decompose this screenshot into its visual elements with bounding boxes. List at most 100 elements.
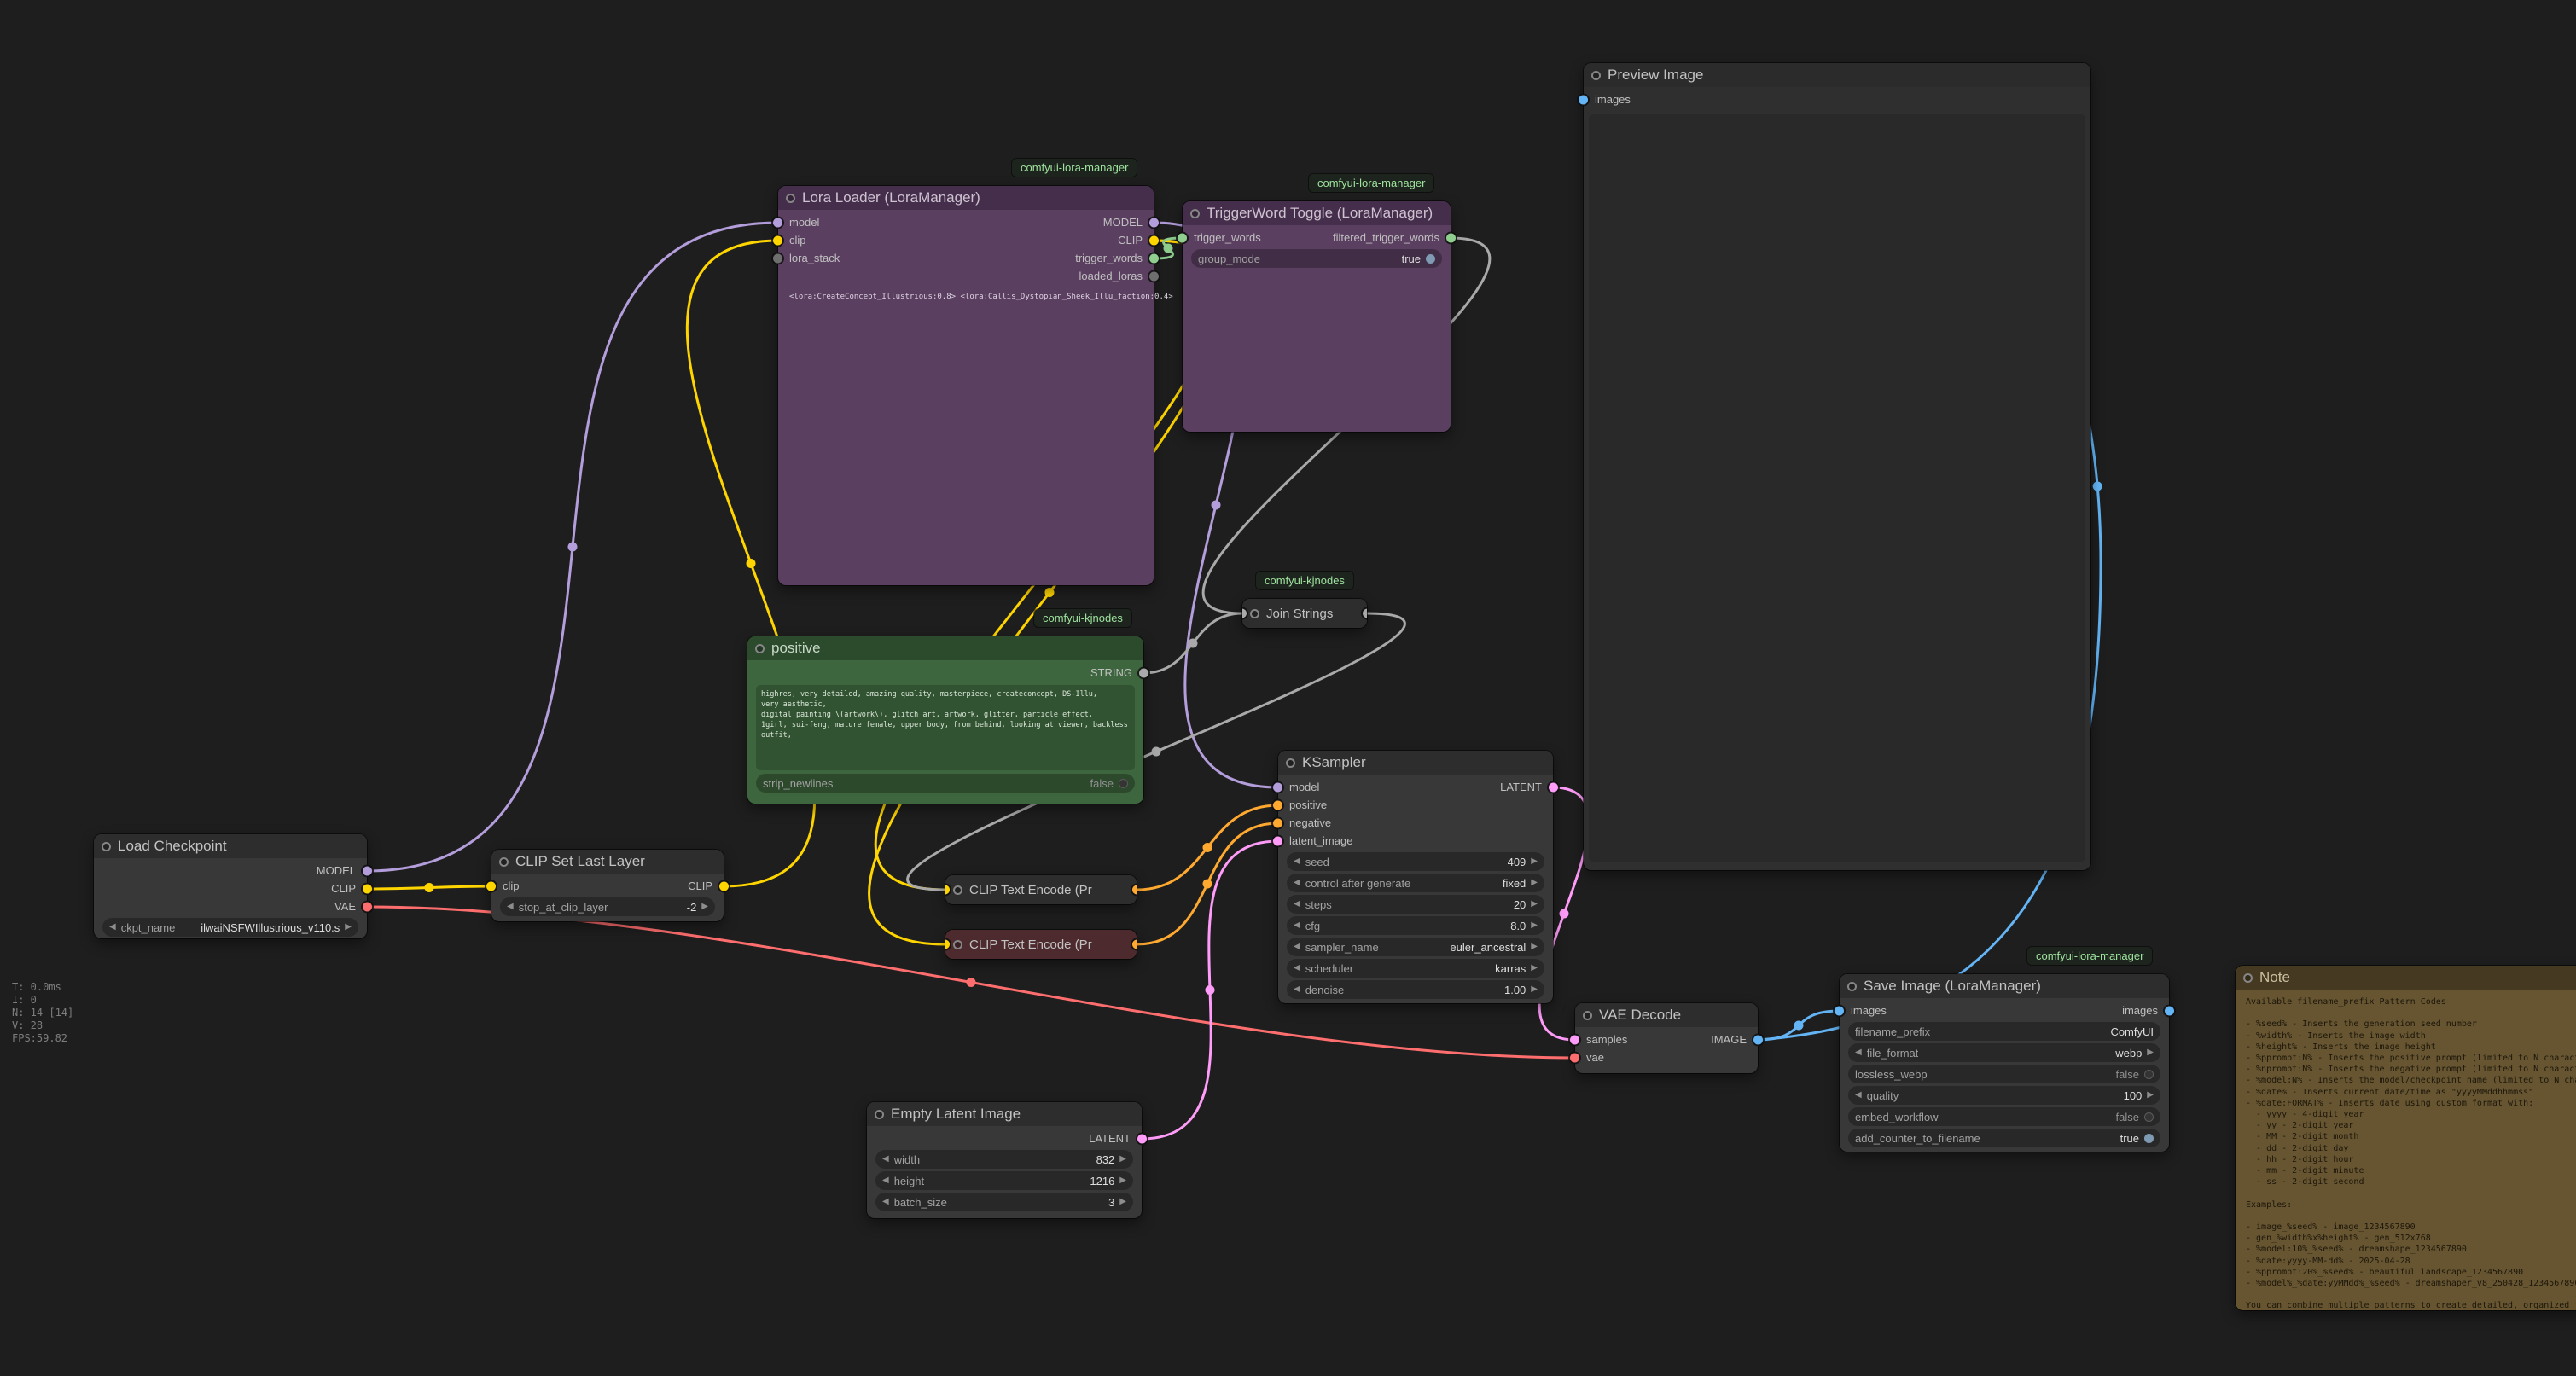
node-clip-text-encode-positive[interactable]: CLIP Text Encode (Pr — [945, 875, 1137, 904]
widget-add-counter-to-filename[interactable]: add_counter_to_filename true — [1848, 1129, 2160, 1147]
arrow-right-icon[interactable]: ▶ — [701, 903, 708, 911]
port-clip-output[interactable] — [363, 884, 372, 893]
node-load-checkpoint[interactable]: Load Checkpoint MODEL CLIP VAE ◀ ckpt_na… — [94, 834, 367, 938]
node-ksampler[interactable]: KSampler model LATENT positive negative … — [1278, 751, 1553, 1003]
port-images-input[interactable] — [1579, 95, 1588, 104]
collapse-dot-icon[interactable] — [499, 857, 509, 867]
note-text[interactable]: Available filename_prefix Pattern Codes … — [2236, 990, 2576, 1310]
arrow-right-icon[interactable]: ▶ — [1531, 964, 1538, 972]
port-latent-image-input[interactable] — [1273, 836, 1282, 845]
node-titlebar[interactable]: CLIP Text Encode (Pr — [945, 930, 1137, 959]
arrow-left-icon[interactable]: ◀ — [882, 1176, 889, 1185]
graph-canvas[interactable]: T: 0.0ms I: 0 N: 14 [14] V: 28 FPS:59.82… — [0, 0, 2576, 1376]
collapse-dot-icon[interactable] — [1583, 1011, 1592, 1020]
widget-stop-at-clip-layer[interactable]: ◀ stop_at_clip_layer -2 ▶ — [500, 897, 715, 916]
port-clip-output[interactable] — [719, 881, 729, 891]
arrow-right-icon[interactable]: ▶ — [345, 923, 352, 932]
widget-group-mode[interactable]: group_mode true — [1191, 249, 1442, 268]
arrow-right-icon[interactable]: ▶ — [1531, 900, 1538, 909]
arrow-left-icon[interactable]: ◀ — [1855, 1048, 1862, 1057]
arrow-left-icon[interactable]: ◀ — [882, 1155, 889, 1164]
node-clip-text-encode-negative[interactable]: CLIP Text Encode (Pr — [945, 930, 1137, 959]
port-image-output[interactable] — [1753, 1035, 1763, 1044]
node-empty-latent-image[interactable]: Empty Latent Image LATENT ◀ width 832 ▶ … — [867, 1102, 1142, 1218]
collapse-dot-icon[interactable] — [1190, 209, 1200, 218]
node-titlebar[interactable]: Note — [2236, 966, 2576, 990]
toggle-knob[interactable] — [2144, 1112, 2154, 1122]
collapse-dot-icon[interactable] — [1250, 609, 1259, 618]
port-collapsed-input[interactable] — [1242, 609, 1247, 618]
collapse-dot-icon[interactable] — [102, 842, 111, 851]
port-images-output[interactable] — [2165, 1006, 2174, 1015]
link-midpoint-dot[interactable] — [1164, 244, 1173, 253]
link-midpoint-dot[interactable] — [1212, 501, 1221, 510]
collapse-dot-icon[interactable] — [953, 940, 962, 949]
node-titlebar[interactable]: CLIP Text Encode (Pr — [945, 875, 1137, 904]
port-model-output[interactable] — [363, 866, 372, 875]
port-clip-input[interactable] — [773, 235, 782, 245]
node-clip-set-last-layer[interactable]: CLIP Set Last Layer clip CLIP ◀ stop_at_… — [491, 850, 724, 921]
node-titlebar[interactable]: Preview Image — [1584, 63, 2090, 87]
widget-ckpt-name[interactable]: ◀ ckpt_name ilwaiNSFWIllustrious_v110.s … — [102, 918, 358, 937]
widget-control-after-generate[interactable]: ◀ control after generate fixed ▶ — [1287, 874, 1544, 892]
node-lora-loader[interactable]: Lora Loader (LoraManager) model MODEL cl… — [778, 186, 1154, 585]
collapse-dot-icon[interactable] — [755, 644, 765, 653]
port-collapsed-input[interactable] — [945, 885, 950, 895]
toggle-knob[interactable] — [1119, 779, 1128, 788]
port-samples-input[interactable] — [1570, 1035, 1579, 1044]
widget-seed[interactable]: ◀ seed 409 ▶ — [1287, 852, 1544, 871]
port-trigger-words-output[interactable] — [1149, 253, 1159, 263]
link-midpoint-dot[interactable] — [425, 883, 434, 892]
collapse-dot-icon[interactable] — [875, 1110, 884, 1119]
port-images-input[interactable] — [1835, 1006, 1844, 1015]
port-collapsed-input[interactable] — [945, 940, 950, 949]
collapse-dot-icon[interactable] — [2243, 973, 2253, 983]
link-midpoint-dot[interactable] — [2093, 482, 2102, 491]
arrow-right-icon[interactable]: ▶ — [1531, 857, 1538, 866]
node-preview-image[interactable]: Preview Image images — [1584, 63, 2090, 870]
node-positive-prompt[interactable]: positive STRING highres, very detailed, … — [747, 636, 1143, 804]
arrow-right-icon[interactable]: ▶ — [1119, 1155, 1126, 1164]
arrow-left-icon[interactable]: ◀ — [109, 923, 116, 932]
widget-cfg[interactable]: ◀ cfg 8.0 ▶ — [1287, 916, 1544, 935]
port-trigger-words-input[interactable] — [1178, 233, 1187, 242]
node-titlebar[interactable]: Join Strings — [1242, 599, 1367, 628]
arrow-left-icon[interactable]: ◀ — [1294, 857, 1300, 866]
widget-scheduler[interactable]: ◀ scheduler karras ▶ — [1287, 959, 1544, 978]
widget-lossless-webp[interactable]: lossless_webp false — [1848, 1065, 2160, 1083]
arrow-left-icon[interactable]: ◀ — [1294, 921, 1300, 930]
node-save-image[interactable]: Save Image (LoraManager) images images f… — [1840, 974, 2169, 1152]
node-titlebar[interactable]: Empty Latent Image — [867, 1102, 1142, 1126]
arrow-right-icon[interactable]: ▶ — [1531, 943, 1538, 951]
widget-embed-workflow[interactable]: embed_workflow false — [1848, 1107, 2160, 1126]
arrow-left-icon[interactable]: ◀ — [507, 903, 514, 911]
port-loaded-loras-output[interactable] — [1149, 271, 1159, 281]
link-midpoint-dot[interactable] — [1189, 639, 1198, 648]
widget-filename-prefix[interactable]: filename_prefix ComfyUI — [1848, 1022, 2160, 1041]
link-midpoint-dot[interactable] — [1560, 909, 1569, 918]
link-midpoint-dot[interactable] — [1206, 985, 1215, 995]
port-filtered-trigger-words-output[interactable] — [1446, 233, 1456, 242]
port-conditioning-output[interactable] — [1132, 885, 1137, 895]
port-positive-input[interactable] — [1273, 800, 1282, 810]
node-titlebar[interactable]: Load Checkpoint — [94, 834, 367, 858]
collapse-dot-icon[interactable] — [1591, 71, 1601, 80]
port-collapsed-output[interactable] — [1363, 609, 1367, 618]
arrow-left-icon[interactable]: ◀ — [1294, 985, 1300, 994]
port-model-input[interactable] — [1273, 782, 1282, 792]
widget-steps[interactable]: ◀ steps 20 ▶ — [1287, 895, 1544, 914]
toggle-knob[interactable] — [2144, 1070, 2154, 1079]
port-clip-output[interactable] — [1149, 235, 1159, 245]
port-negative-input[interactable] — [1273, 818, 1282, 827]
link-midpoint-dot[interactable] — [1152, 746, 1161, 756]
link-midpoint-dot[interactable] — [747, 559, 756, 568]
widget-file-format[interactable]: ◀ file_format webp ▶ — [1848, 1043, 2160, 1062]
port-latent-output[interactable] — [1137, 1134, 1147, 1143]
node-titlebar[interactable]: VAE Decode — [1575, 1003, 1758, 1027]
lora-syntax-text[interactable]: <lora:CreateConcept_Illustrious:0.8> <lo… — [789, 293, 1143, 301]
link-midpoint-dot[interactable] — [1044, 588, 1054, 597]
node-titlebar[interactable]: KSampler — [1278, 751, 1553, 775]
node-titlebar[interactable]: TriggerWord Toggle (LoraManager) — [1183, 201, 1451, 225]
arrow-right-icon[interactable]: ▶ — [2147, 1091, 2154, 1100]
port-conditioning-output[interactable] — [1132, 940, 1137, 949]
